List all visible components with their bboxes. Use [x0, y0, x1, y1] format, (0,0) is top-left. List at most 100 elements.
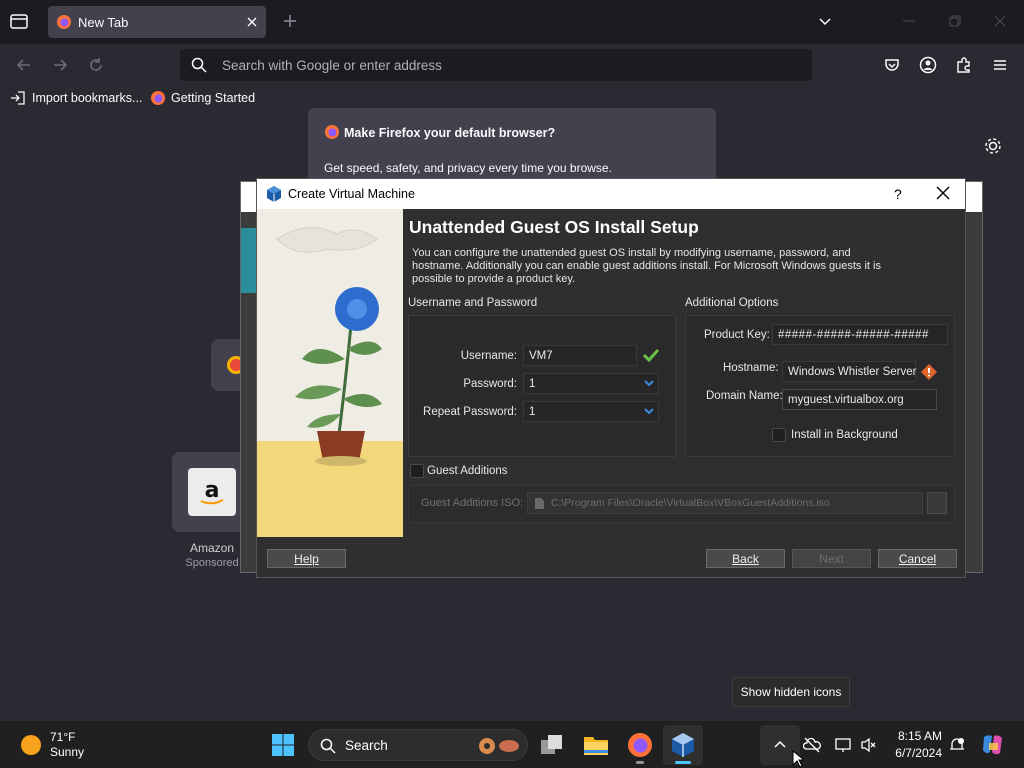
bookmark-label: Import bookmarks...	[32, 91, 143, 105]
user-group-title: Username and Password	[408, 297, 538, 309]
mouse-cursor-icon	[792, 750, 804, 768]
import-icon	[11, 91, 25, 105]
chevron-down-icon	[643, 378, 655, 388]
firefox-icon	[151, 91, 165, 105]
tab-list-icon[interactable]	[8, 10, 30, 32]
hostname-label: Hostname:	[723, 362, 779, 374]
forward-arrow-icon[interactable]	[46, 51, 74, 79]
close-window-icon[interactable]	[993, 14, 1007, 28]
additional-options-group: Product Key: #####-#####-#####-##### Hos…	[685, 315, 955, 457]
menu-icon[interactable]	[986, 51, 1014, 79]
back-button[interactable]: Back	[706, 549, 785, 568]
bookmark-label: Getting Started	[171, 91, 256, 105]
hostname-field[interactable]: Windows Whistler Server	[782, 361, 916, 382]
network-icon[interactable]	[834, 736, 852, 754]
folder-icon	[584, 737, 608, 755]
help-question-icon[interactable]: ?	[894, 186, 902, 202]
start-button[interactable]	[263, 725, 303, 765]
install-background-label: Install in Background	[791, 429, 898, 441]
options-group-title: Additional Options	[685, 297, 779, 309]
product-key-label: Product Key:	[704, 329, 770, 341]
weather-widget[interactable]: 71°F Sunny	[14, 729, 114, 761]
guest-additions-label: Guest Additions	[427, 465, 508, 477]
new-tab-icon[interactable]	[282, 13, 298, 29]
taskbar: 71°F Sunny Search 8:15 AM 6/7/2024	[0, 720, 1024, 768]
file-explorer-button[interactable]	[576, 725, 616, 765]
install-background-checkbox[interactable]	[772, 428, 786, 442]
taskbar-search-label: Search	[345, 738, 388, 753]
wizard-illustration	[257, 209, 403, 537]
chevron-down-icon	[643, 406, 655, 416]
url-placeholder: Search with Google or enter address	[222, 58, 442, 73]
search-icon	[320, 738, 336, 754]
username-label: Username:	[460, 350, 517, 362]
task-view-icon	[541, 735, 562, 754]
notification-body: Get speed, safety, and privacy every tim…	[324, 161, 612, 175]
close-icon[interactable]	[936, 186, 950, 200]
password-label: Password:	[463, 378, 517, 390]
product-key-field[interactable]: #####-#####-#####-#####	[772, 324, 948, 345]
domain-name-label: Domain Name:	[706, 390, 783, 402]
create-vm-dialog: Create Virtual Machine ? Unattended Gues…	[256, 178, 966, 578]
amazon-icon: a	[188, 468, 236, 516]
guest-additions-group: Guest Additions ISO: C:\Program Files\Or…	[408, 485, 955, 523]
cancel-button[interactable]: Cancel	[878, 549, 957, 568]
restore-icon[interactable]	[948, 14, 962, 28]
onedrive-icon[interactable]	[803, 736, 821, 754]
firefox-icon	[324, 124, 340, 140]
help-button[interactable]: Help	[267, 549, 346, 568]
tooltip: Show hidden icons	[732, 677, 850, 707]
next-button[interactable]: Next	[792, 549, 871, 568]
tab-new-tab[interactable]: New Tab	[48, 6, 266, 38]
reload-icon[interactable]	[82, 51, 110, 79]
warning-icon	[921, 364, 937, 380]
weather-desc: Sunny	[50, 745, 85, 759]
chevron-up-icon	[774, 740, 786, 748]
iso-browse-button[interactable]	[927, 492, 947, 514]
back-arrow-icon[interactable]	[10, 51, 38, 79]
close-tab-icon[interactable]	[244, 14, 260, 30]
minimize-icon[interactable]	[902, 14, 916, 28]
dialog-title: Create Virtual Machine	[288, 187, 415, 201]
chevron-down-icon[interactable]	[817, 14, 833, 30]
windows-icon	[272, 734, 294, 756]
username-field[interactable]: VM7	[523, 345, 637, 366]
pocket-icon[interactable]	[878, 51, 906, 79]
taskbar-search[interactable]: Search	[308, 729, 528, 761]
weather-temp: 71°F	[50, 730, 76, 744]
clock-date: 6/7/2024	[895, 746, 942, 760]
page-description: You can configure the unattended guest O…	[412, 247, 881, 285]
dialog-titlebar: Create Virtual Machine ?	[257, 179, 965, 209]
guest-additions-iso-label: Guest Additions ISO:	[421, 497, 524, 509]
valid-check-icon	[643, 348, 659, 362]
active-indicator	[675, 761, 691, 764]
virtualbox-icon	[265, 185, 283, 203]
repeat-password-field[interactable]: 1	[523, 401, 659, 422]
virtualbox-icon	[672, 733, 694, 757]
password-field[interactable]: 1	[523, 373, 659, 394]
url-bar[interactable]: Search with Google or enter address	[180, 49, 812, 81]
task-view-button[interactable]	[532, 725, 572, 765]
notification-bell-icon[interactable]	[948, 736, 966, 754]
clock[interactable]: 8:15 AM 6/7/2024	[884, 727, 946, 763]
sun-icon	[21, 735, 41, 755]
search-icon	[191, 57, 207, 73]
import-bookmarks-item[interactable]: Import bookmarks...	[10, 90, 142, 106]
settings-gear-icon[interactable]	[982, 135, 1004, 157]
clock-time: 8:15 AM	[897, 729, 942, 743]
guest-additions-checkbox[interactable]	[410, 464, 424, 478]
repeat-password-label: Repeat Password:	[423, 406, 517, 418]
copilot-icon[interactable]	[980, 732, 1006, 758]
firefox-icon	[56, 14, 72, 30]
getting-started-item[interactable]: Getting Started	[150, 90, 255, 106]
firefox-taskbar-button[interactable]	[620, 725, 660, 765]
user-password-group: Username: VM7 Password: 1 Repeat Passwor…	[408, 315, 676, 457]
extensions-icon[interactable]	[950, 51, 978, 79]
volume-muted-icon[interactable]	[860, 736, 878, 754]
page-heading: Unattended Guest OS Install Setup	[409, 217, 699, 237]
virtualbox-taskbar-button[interactable]	[663, 725, 703, 765]
notification-title: Make Firefox your default browser?	[344, 126, 556, 140]
domain-name-field[interactable]: myguest.virtualbox.org	[782, 389, 937, 410]
account-icon[interactable]	[914, 51, 942, 79]
iso-path: C:\Program Files\Oracle\VirtualBox\VBoxG…	[551, 497, 830, 509]
